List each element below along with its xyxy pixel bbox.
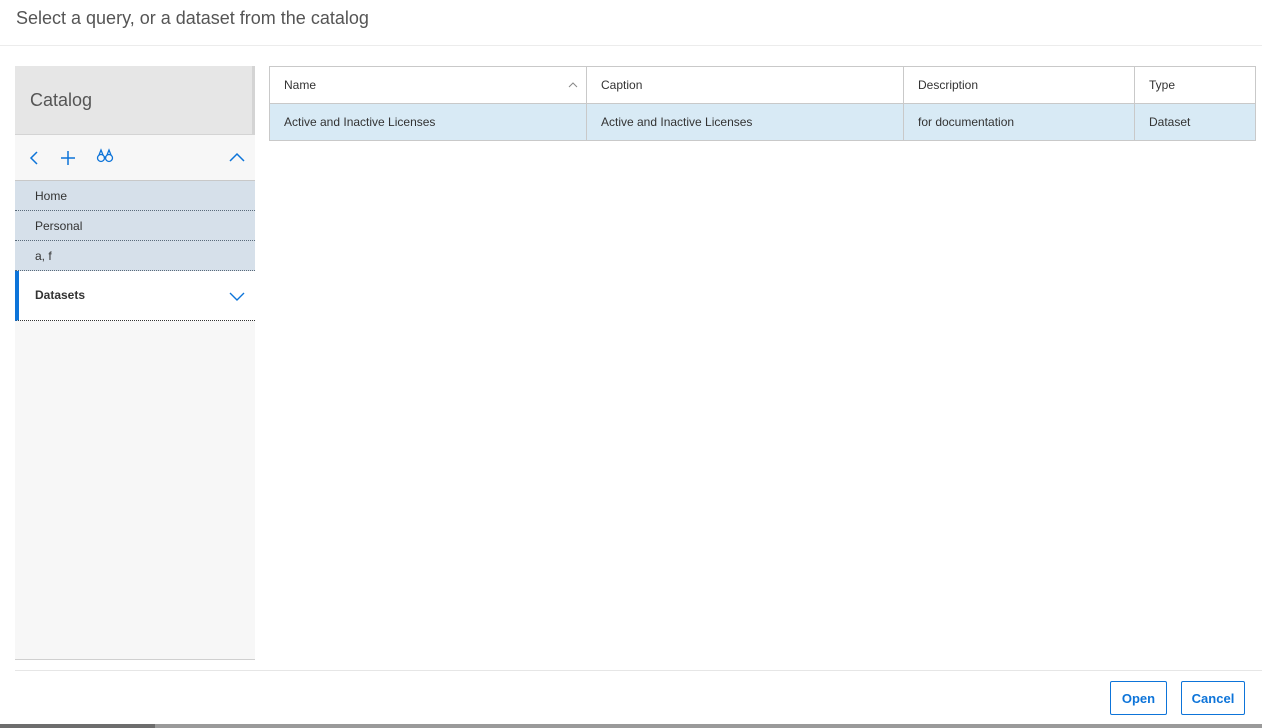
column-header-description[interactable]: Description	[903, 66, 1135, 104]
table-header-row: Name Caption Description Type	[269, 66, 1256, 104]
table-row[interactable]: Active and Inactive Licenses Active and …	[269, 103, 1256, 141]
chevron-down-icon[interactable]	[229, 290, 245, 302]
sort-ascending-icon	[568, 82, 578, 88]
column-header-label: Type	[1149, 78, 1176, 92]
column-header-label: Caption	[601, 78, 643, 92]
horizontal-scrollbar-thumb[interactable]	[0, 724, 155, 728]
plus-icon[interactable]	[58, 148, 78, 168]
chevron-up-icon[interactable]	[227, 148, 247, 168]
catalog-title: Catalog	[30, 89, 93, 110]
open-button[interactable]: Open	[1110, 681, 1167, 715]
catalog-sidebar: Catalog Home Personal a, f Datasets	[15, 66, 255, 660]
sidebar-bottom-border	[15, 659, 255, 660]
catalog-table: Name Caption Description Type Active and…	[269, 66, 1256, 141]
nav-item-datasets[interactable]: Datasets	[15, 271, 255, 321]
nav-item-label: Home	[35, 188, 68, 203]
nav-item-label: Datasets	[35, 288, 86, 302]
footer-divider	[15, 670, 1262, 671]
column-header-type[interactable]: Type	[1134, 66, 1256, 104]
column-header-label: Name	[284, 78, 317, 92]
title-divider	[0, 45, 1262, 46]
nav-item-personal[interactable]: Personal	[15, 211, 255, 241]
cancel-button[interactable]: Cancel	[1181, 681, 1245, 715]
catalog-header: Catalog	[15, 66, 255, 135]
nav-item-a-f[interactable]: a, f	[15, 241, 255, 271]
chevron-left-icon[interactable]	[25, 148, 45, 168]
nav-item-home[interactable]: Home	[15, 181, 255, 211]
catalog-toolbar	[15, 135, 255, 181]
column-header-name[interactable]: Name	[269, 66, 587, 104]
table-cell-type: Dataset	[1134, 103, 1256, 141]
table-cell-name: Active and Inactive Licenses	[269, 103, 587, 141]
table-cell-description: for documentation	[903, 103, 1135, 141]
binoculars-icon[interactable]	[95, 146, 115, 166]
dialog-title: Select a query, or a dataset from the ca…	[16, 8, 369, 28]
nav-item-label: Personal	[35, 218, 83, 233]
horizontal-scrollbar-track[interactable]	[0, 724, 1262, 728]
table-cell-caption: Active and Inactive Licenses	[586, 103, 904, 141]
column-header-label: Description	[918, 78, 979, 92]
column-header-caption[interactable]: Caption	[586, 66, 904, 104]
nav-item-label: a, f	[35, 248, 52, 263]
